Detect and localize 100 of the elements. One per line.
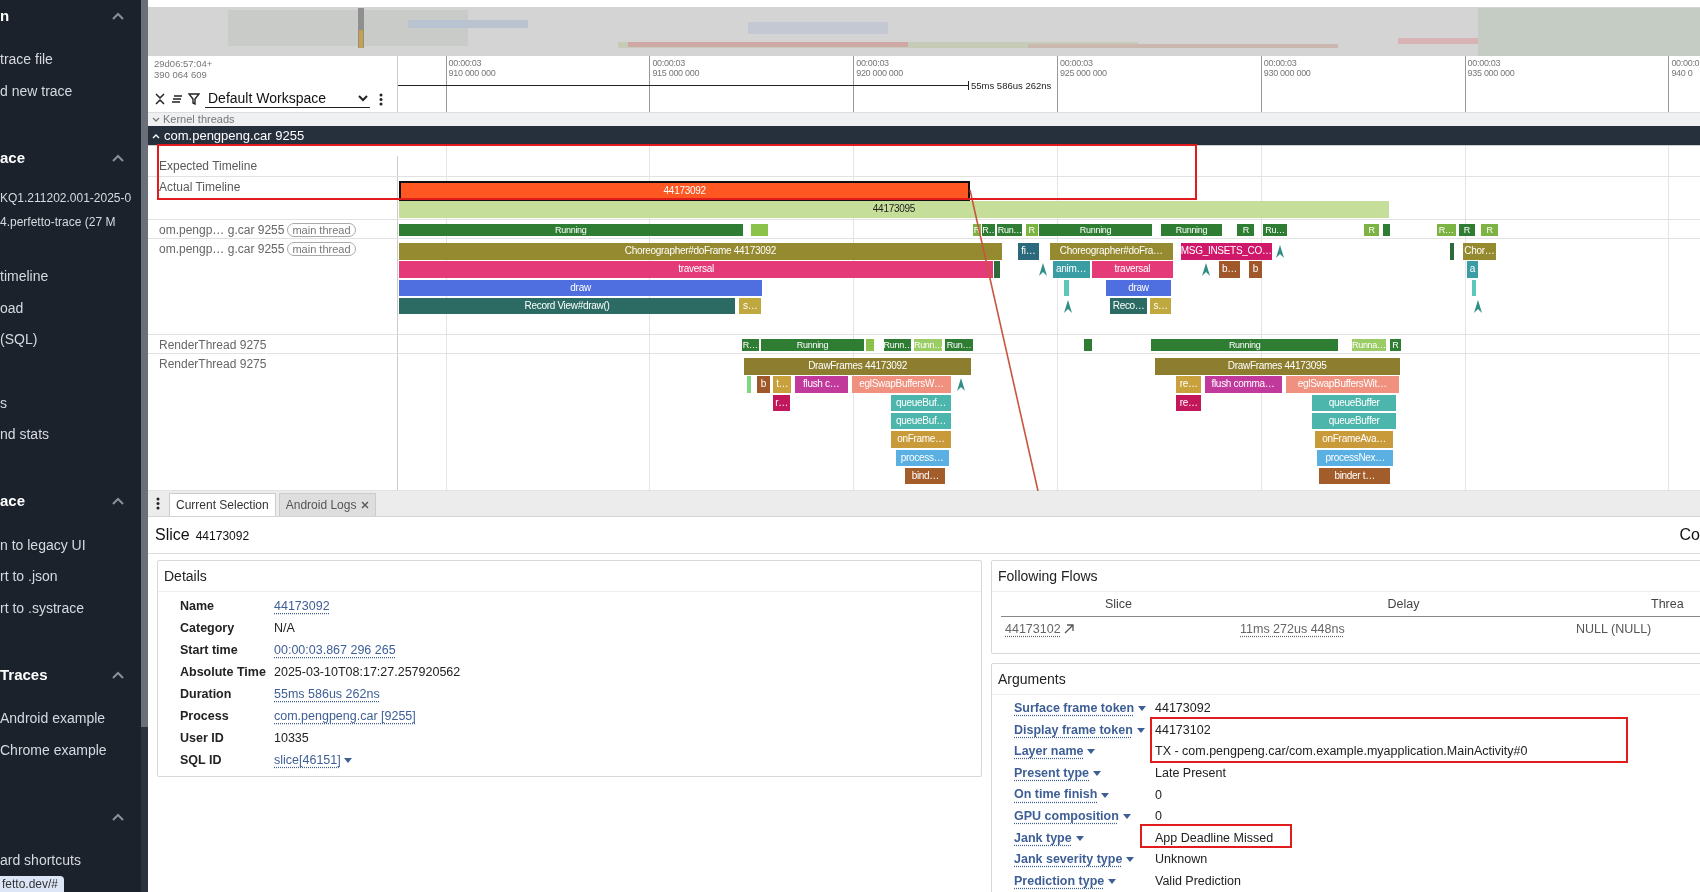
thread-state-slice[interactable]: Running: [1151, 339, 1338, 351]
argument-value: 44173102: [1155, 723, 1211, 737]
chevron-up-icon[interactable]: [111, 496, 125, 505]
trace-slice[interactable]: re…: [1176, 394, 1202, 412]
argument-key[interactable]: On time finish: [1014, 784, 1110, 806]
trace-slice[interactable]: Choreographer#doFrame 44173092: [399, 243, 1002, 260]
frame-slice[interactable]: 44173095: [399, 201, 1389, 218]
value-link[interactable]: slice[46151]: [274, 749, 352, 771]
trace-slice[interactable]: a: [1466, 261, 1478, 278]
tick-label: 00:00:03: [1060, 58, 1094, 68]
more-icon[interactable]: [156, 496, 160, 510]
trace-slice[interactable]: flush c…: [794, 376, 848, 393]
sidebar-item[interactable]: rt to .json: [0, 561, 141, 593]
argument-key[interactable]: Jank type: [1014, 827, 1084, 850]
sidebar-item[interactable]: trace file: [0, 44, 141, 76]
thread-state-slice[interactable]: Runn…: [883, 339, 911, 351]
thread-state-slice[interactable]: Run…: [945, 339, 973, 351]
thread-state-slice[interactable]: R: [1389, 339, 1401, 351]
trace-slice[interactable]: DrawFrames 44173095: [1154, 358, 1400, 375]
trace-slice[interactable]: fi…: [1018, 243, 1039, 260]
thread-state-slice[interactable]: Ru…: [1263, 224, 1287, 236]
instant-marker-icon[interactable]: [1063, 299, 1072, 313]
argument-key[interactable]: Prediction type: [1014, 870, 1117, 892]
argument-key[interactable]: Layer name: [1014, 741, 1096, 763]
trace-slice[interactable]: binder t…: [1319, 467, 1390, 485]
thread-state-slice[interactable]: Run…: [997, 224, 1023, 236]
sidebar-item[interactable]: nd stats: [0, 419, 141, 451]
sidebar-item[interactable]: oad: [0, 292, 141, 324]
sidebar-item[interactable]: s: [0, 387, 141, 419]
frame-slice[interactable]: 44173092: [399, 181, 971, 201]
lines-icon[interactable]: [171, 93, 183, 105]
thread-state-slice[interactable]: R: [1237, 224, 1255, 236]
group-header[interactable]: Kernel threads: [148, 113, 1700, 126]
sidebar-item[interactable]: Chrome example: [0, 734, 141, 766]
thread-state-slice[interactable]: R: [1459, 224, 1475, 236]
thread-state-slice[interactable]: Running: [1161, 224, 1222, 236]
trace-slice[interactable]: draw: [1105, 279, 1171, 297]
trace-slice[interactable]: Record View#draw(): [399, 297, 736, 315]
process-header[interactable]: com.pengpeng.car 9255: [148, 126, 1700, 145]
value-link[interactable]: 11ms 272us 448ns: [1236, 617, 1345, 641]
chevron-up-icon[interactable]: [111, 10, 125, 20]
field-label: SQL ID: [180, 752, 223, 769]
instant-marker-icon[interactable]: [1276, 245, 1285, 258]
argument-key[interactable]: Display frame token: [1014, 719, 1145, 742]
thread-state-slice[interactable]: R…: [982, 224, 996, 236]
thread-state-slice[interactable]: Running: [1038, 224, 1153, 236]
trace-slice[interactable]: onFrame…: [891, 431, 951, 448]
tab[interactable]: Current Selection: [169, 493, 276, 516]
sidebar-item[interactable]: rt to .systrace: [0, 592, 141, 624]
instant-marker-icon[interactable]: [956, 378, 965, 392]
sidebar-item[interactable]: n to legacy UI: [0, 529, 141, 561]
tab[interactable]: Android Logs: [278, 493, 377, 516]
sidebar-item[interactable]: (SQL): [0, 324, 141, 356]
trace-slice[interactable]: MSG_INSETS_CO…: [1180, 243, 1272, 260]
trace-slice[interactable]: b: [756, 376, 770, 393]
trace-slice[interactable]: b: [1249, 261, 1262, 278]
trace-slice[interactable]: onFrameAva…: [1315, 431, 1394, 448]
chevron-up-icon[interactable]: [111, 669, 125, 679]
thread-state-slice[interactable]: R…: [741, 339, 759, 351]
trace-slice[interactable]: r…: [773, 394, 791, 412]
sidebar-item[interactable]: timeline: [0, 261, 141, 293]
trace-slice[interactable]: traversal: [399, 261, 994, 278]
argument-key[interactable]: Present type: [1014, 762, 1102, 785]
trace-slice[interactable]: Choreographer#doFra…: [1049, 243, 1174, 260]
trace-slice[interactable]: draw: [399, 279, 763, 297]
track-name: Actual Timeline: [159, 180, 241, 194]
instant-marker-icon[interactable]: [1473, 299, 1482, 313]
sidebar-item[interactable]: Android example: [0, 703, 141, 735]
trace-slice[interactable]: Reco…: [1110, 297, 1148, 315]
workspace-select[interactable]: Default Workspace: [205, 90, 370, 108]
more-icon[interactable]: [379, 92, 383, 106]
trace-slice[interactable]: traversal: [1091, 261, 1174, 278]
collapse-icon[interactable]: [154, 93, 166, 105]
close-icon[interactable]: [361, 501, 370, 509]
chevron-up-icon[interactable]: [111, 811, 125, 821]
chevron-up-icon[interactable]: [111, 152, 125, 162]
trace-slice[interactable]: DrawFrames 44173092: [743, 358, 972, 375]
trace-slice[interactable]: [1449, 243, 1454, 260]
trace-slice[interactable]: Chor…: [1462, 243, 1497, 260]
tick-label: 00:00:03: [1263, 58, 1298, 68]
instant-marker-icon[interactable]: [1039, 263, 1047, 277]
trace-slice[interactable]: bind…: [905, 467, 946, 485]
trace-slice[interactable]: flush comma…: [1204, 376, 1282, 393]
sidebar-item[interactable]: ard shortcuts: [0, 845, 141, 877]
value-link[interactable]: 55ms 586us 262ns: [274, 683, 380, 705]
filter-icon[interactable]: [188, 93, 200, 105]
instant-marker-icon[interactable]: [1201, 263, 1210, 277]
value-link[interactable]: 44173092: [274, 595, 330, 617]
argument-key[interactable]: GPU composition: [1014, 805, 1131, 828]
value-link[interactable]: com.pengpeng.car [9255]: [274, 705, 416, 727]
argument-key[interactable]: Jank severity type: [1014, 849, 1135, 871]
value-link[interactable]: 00:00:03.867 296 265: [274, 639, 396, 661]
argument-key[interactable]: Surface frame token: [1014, 698, 1147, 720]
thread-state-slice[interactable]: Running: [761, 339, 865, 351]
sidebar-item[interactable]: d new trace: [0, 75, 141, 107]
thread-state-slice[interactable]: Running: [399, 224, 743, 236]
flow-link[interactable]: 44173102: [1001, 617, 1074, 641]
trace-slice[interactable]: anim…: [1052, 261, 1090, 278]
scrollbar[interactable]: [141, 0, 148, 892]
trace-slice[interactable]: b…: [1218, 261, 1241, 278]
